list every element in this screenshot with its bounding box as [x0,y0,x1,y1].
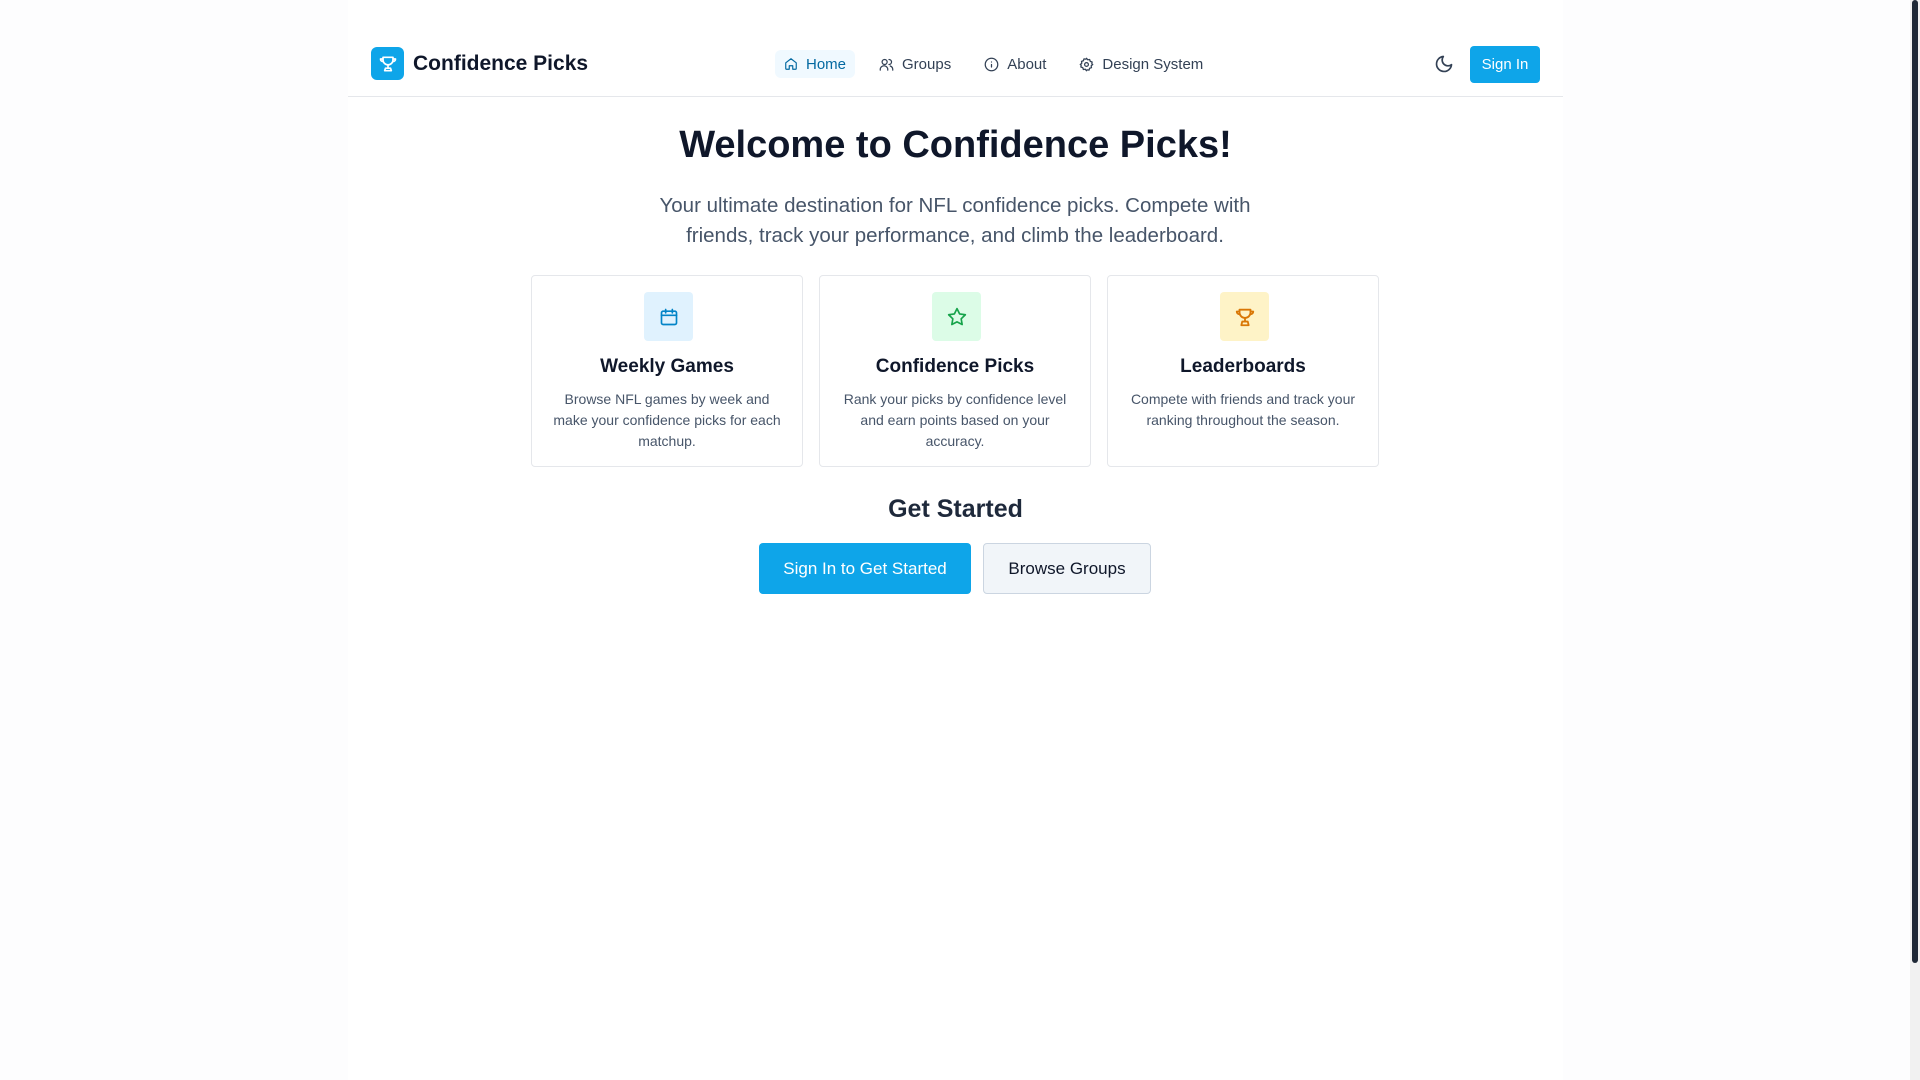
nav-item-label: Design System [1102,55,1204,73]
feature-description: Compete with friends and track your rank… [1130,391,1356,428]
feature-cards: Weekly Games Browse NFL games by week an… [531,275,1379,467]
main-container: Confidence Picks Home Groups About Desig… [348,0,1563,1080]
nav-item-label: Home [806,55,847,73]
trophy-icon [1220,292,1269,341]
feature-description: Rank your picks by confidence level and … [843,391,1067,449]
theme-toggle-button[interactable] [1432,52,1456,76]
info-icon [984,57,999,71]
get-started-title: Get Started [888,495,1023,523]
sign-in-button[interactable]: Sign In [1470,46,1540,83]
nav-item-label: About [1007,55,1047,73]
nav-item-design-system[interactable]: Design System [1070,50,1212,78]
nav-item-about[interactable]: About [975,50,1055,78]
feature-card-weekly-games: Weekly Games Browse NFL games by week an… [531,275,803,467]
main-nav: Home Groups About Design System [775,50,1227,78]
feature-card-leaderboards: Leaderboards Compete with friends and tr… [1107,275,1379,467]
scrollbar-thumb[interactable] [1912,0,1918,963]
nav-item-label: Groups [902,55,952,73]
feature-title: Leaderboards [1180,356,1306,377]
top-navbar: Confidence Picks Home Groups About Desig… [348,0,1563,97]
page-title: Welcome to Confidence Picks! [679,124,1232,166]
users-icon [879,58,894,71]
moon-icon [1435,55,1453,73]
feature-card-confidence-picks: Confidence Picks Rank your picks by conf… [819,275,1091,467]
feature-title: Weekly Games [600,356,734,377]
home-icon [785,58,797,70]
brand-name: Confidence Picks [413,51,589,75]
feature-description: Browse NFL games by week and make your c… [553,391,781,449]
browse-groups-button[interactable]: Browse Groups [983,543,1151,594]
nav-item-home[interactable]: Home [775,50,856,78]
sign-in-to-get-started-button[interactable]: Sign In to Get Started [759,543,971,594]
cta-buttons: Sign In to Get Started Browse Groups [759,543,1151,594]
page-subtitle: Your ultimate destination for NFL confid… [659,194,1251,247]
trophy-logo-icon [371,47,404,80]
calendar-icon [644,292,693,341]
star-icon [932,292,981,341]
feature-title: Confidence Picks [875,356,1035,377]
nav-item-groups[interactable]: Groups [870,50,960,78]
brand[interactable]: Confidence Picks [371,47,588,80]
gear-icon [1080,57,1094,71]
